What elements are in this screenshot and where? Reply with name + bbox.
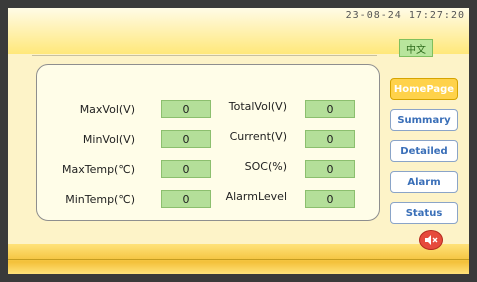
alarm-level-label: AlarmLevel <box>225 190 287 203</box>
max-vol-label: MaxVol(V) <box>79 103 135 116</box>
nav-alarm-button[interactable]: Alarm <box>390 171 458 193</box>
min-vol-label: MinVol(V) <box>82 133 135 146</box>
soc-label: SOC(%) <box>244 160 287 173</box>
soc-value: 0 <box>305 160 355 178</box>
summary-panel: MaxVol(V) 0 MinVol(V) 0 MaxTemp(℃) 0 Min… <box>36 64 380 221</box>
sound-toggle-button[interactable] <box>419 230 443 250</box>
min-temp-label: MinTemp(℃) <box>65 193 135 206</box>
nav-status-button[interactable]: Status <box>390 202 458 224</box>
clock-display: 23-08-24 17:27:20 <box>345 10 465 21</box>
hmi-screen: 23-08-24 17:27:20 中文 MaxVol(V) 0 MinVol(… <box>8 8 469 274</box>
header-divider <box>32 55 377 56</box>
nav-homepage-button[interactable]: HomePage <box>390 78 458 100</box>
alarm-level-value: 0 <box>305 190 355 208</box>
nav-detailed-button[interactable]: Detailed <box>390 140 458 162</box>
speaker-mute-icon <box>424 231 438 250</box>
language-button[interactable]: 中文 <box>399 39 433 57</box>
total-vol-value: 0 <box>305 100 355 118</box>
current-label: Current(V) <box>229 130 287 143</box>
total-vol-label: TotalVol(V) <box>228 100 287 113</box>
current-value: 0 <box>305 130 355 148</box>
nav-summary-button[interactable]: Summary <box>390 109 458 131</box>
max-temp-label: MaxTemp(℃) <box>62 163 135 176</box>
footer-divider <box>8 259 469 260</box>
